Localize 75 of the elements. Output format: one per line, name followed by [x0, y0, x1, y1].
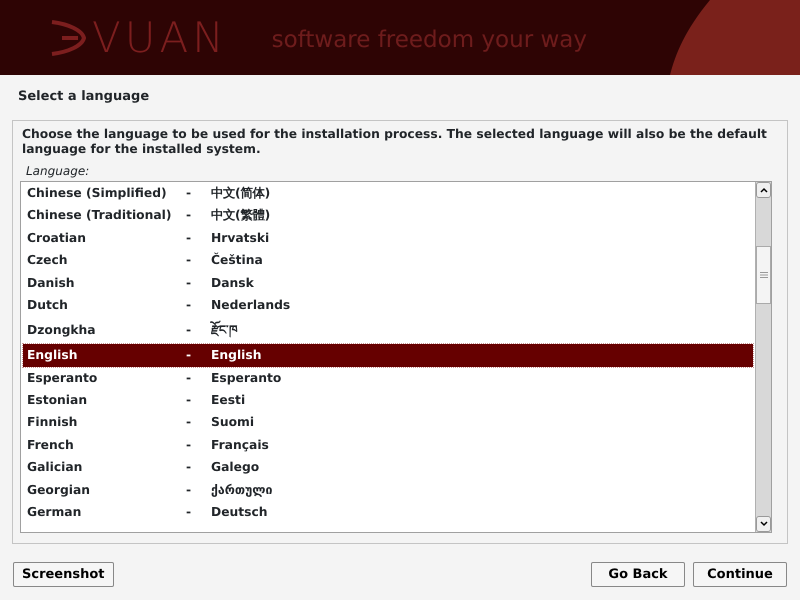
separator-dash: - — [186, 414, 192, 432]
language-name: Dutch — [27, 296, 69, 314]
language-name: Chinese (Traditional) — [27, 207, 172, 224]
language-row[interactable]: Finnish - Suomi — [23, 412, 753, 434]
language-name: Chinese (Simplified) — [27, 184, 168, 202]
tagline: software freedom your way — [272, 26, 587, 56]
native-name: 中文(简体) — [211, 184, 270, 202]
page-title: Select a language — [18, 88, 150, 106]
language-row[interactable]: Czech - Čeština — [23, 249, 753, 272]
separator-dash: - — [186, 347, 192, 364]
native-name: Suomi — [211, 414, 254, 432]
separator-dash: - — [186, 370, 192, 387]
separator-dash: - — [186, 296, 192, 314]
language-name: Croatian — [27, 230, 87, 247]
language-row[interactable]: Croatian - Hrvatski — [23, 226, 753, 250]
separator-dash: - — [186, 482, 192, 499]
native-name: Nederlands — [211, 296, 290, 314]
language-name: Danish — [27, 274, 76, 292]
language-name: Estonian — [27, 392, 88, 410]
native-name: Hrvatski — [211, 230, 270, 247]
separator-dash: - — [186, 207, 192, 224]
language-name: English — [27, 347, 78, 364]
language-row[interactable]: German - Deutsch — [23, 501, 753, 524]
language-name: Esperanto — [27, 370, 98, 387]
separator-dash: - — [186, 392, 192, 410]
language-name: Galician — [27, 459, 84, 476]
native-name: Dansk — [211, 274, 254, 292]
separator-dash: - — [186, 436, 192, 454]
language-row[interactable]: Georgian - ქართული — [23, 478, 753, 502]
dialog-button[interactable]: Screenshot — [13, 562, 114, 587]
language-name: Finnish — [27, 414, 78, 432]
native-name: རྫོང་ཁ — [211, 321, 238, 340]
scroll-down-button[interactable] — [756, 516, 771, 532]
separator-dash: - — [186, 459, 192, 476]
language-row[interactable]: Estonian - Eesti — [23, 389, 753, 412]
language-row[interactable]: Dutch - Nederlands — [23, 294, 753, 316]
scrollbar[interactable] — [755, 182, 771, 532]
language-name: Czech — [27, 252, 69, 270]
language-row[interactable]: Danish - Dansk — [23, 272, 753, 294]
language-name: Dzongkha — [27, 322, 97, 340]
scroll-thumb[interactable] — [756, 246, 771, 304]
description-text: Choose the language to be used for the installation process. The selected language will also be the default language for the installed system. — [22, 127, 768, 157]
list-label: Language: — [26, 163, 90, 180]
dialog-button[interactable]: Continue — [693, 562, 787, 587]
language-row[interactable]: Chinese (Traditional) - 中文(繁體) — [23, 204, 753, 227]
separator-dash: - — [186, 322, 192, 340]
language-name: French — [27, 436, 75, 454]
separator-dash: - — [186, 504, 192, 522]
separator-dash: - — [186, 184, 192, 202]
native-name: Čeština — [211, 252, 263, 270]
language-row[interactable]: Chinese (Simplified) - 中文(简体) — [23, 182, 753, 204]
native-name: ქართული — [211, 482, 272, 499]
native-name: Esperanto — [211, 370, 282, 387]
scroll-up-button[interactable] — [756, 182, 771, 198]
language-row[interactable]: English - English — [23, 344, 753, 367]
language-row[interactable]: French - Français — [23, 434, 753, 456]
native-name: Galego — [211, 459, 260, 476]
language-row[interactable]: Galician - Galego — [23, 456, 753, 479]
brand-logo: VUAN — [92, 16, 228, 58]
separator-dash: - — [186, 274, 192, 292]
chevron-up-icon — [760, 187, 768, 193]
language-name: Georgian — [27, 482, 92, 499]
separator-dash: - — [186, 252, 192, 270]
native-name: Eesti — [211, 392, 246, 410]
separator-dash: - — [186, 230, 192, 247]
language-row[interactable]: Dzongkha - རྫོང་ཁ — [23, 316, 753, 344]
dialog-button[interactable]: Go Back — [591, 562, 685, 587]
language-name: German — [27, 504, 82, 522]
native-name: Français — [211, 436, 269, 454]
native-name: English — [211, 347, 262, 364]
native-name: 中文(繁體) — [211, 207, 270, 224]
grip-icon — [760, 271, 768, 279]
language-row[interactable]: Esperanto - Esperanto — [23, 366, 753, 390]
chevron-down-icon — [760, 521, 768, 527]
native-name: Deutsch — [211, 504, 268, 522]
